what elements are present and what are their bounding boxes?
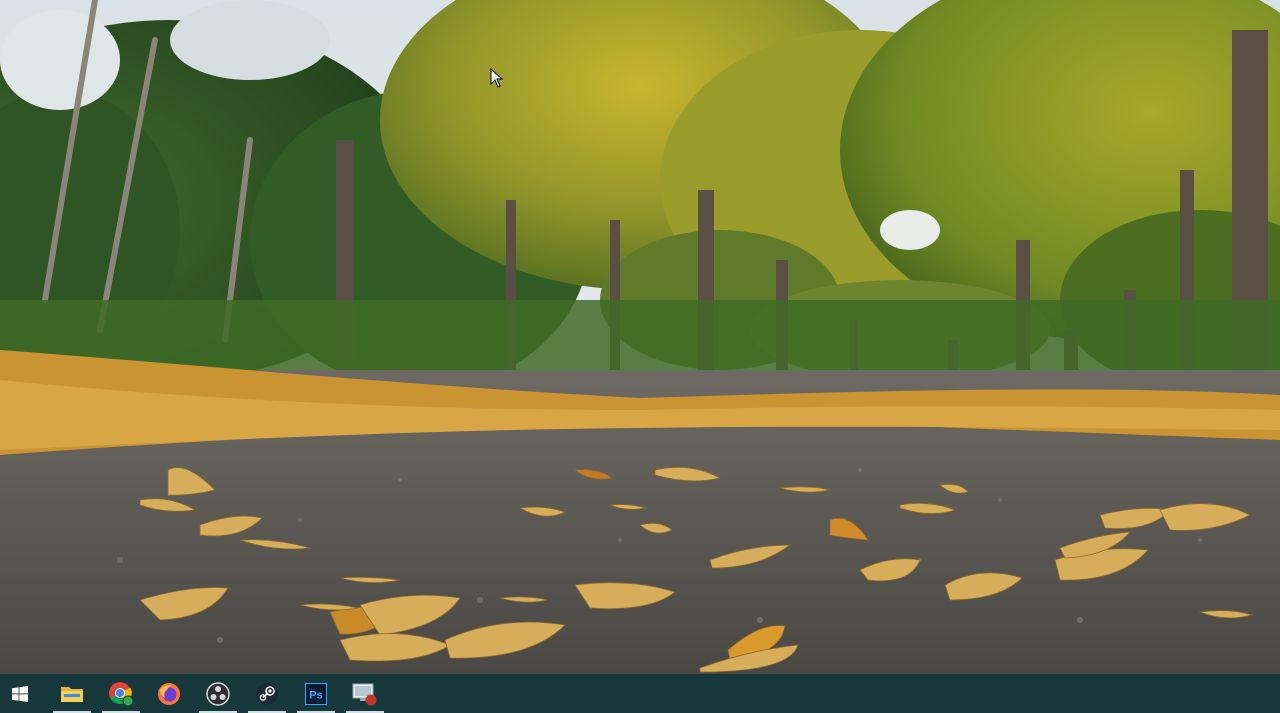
taskbar-firefox[interactable]	[149, 674, 189, 713]
taskbar-obs[interactable]	[198, 674, 238, 713]
chrome-icon	[109, 681, 134, 706]
firefox-icon	[158, 682, 180, 705]
wallpaper-image	[0, 0, 1280, 674]
taskbar-steam[interactable]	[247, 674, 287, 713]
photoshop-icon: Ps	[305, 682, 327, 705]
mouse-cursor-icon	[490, 68, 504, 88]
taskbar-chrome[interactable]	[101, 674, 141, 713]
obs-icon	[206, 681, 230, 706]
start-button[interactable]	[0, 674, 40, 713]
folder-icon	[61, 686, 83, 702]
steam-icon	[256, 682, 278, 705]
taskbar-photoshop[interactable]: Ps	[296, 674, 336, 713]
photoshop-icon-label: Ps	[309, 689, 322, 701]
monitor-record-icon	[352, 683, 377, 705]
taskbar: Ps	[0, 674, 1280, 713]
desktop[interactable]	[0, 0, 1280, 674]
windows-logo-icon	[12, 685, 28, 702]
taskbar-remote-desktop[interactable]	[345, 674, 385, 713]
taskbar-file-explorer[interactable]	[52, 674, 92, 713]
